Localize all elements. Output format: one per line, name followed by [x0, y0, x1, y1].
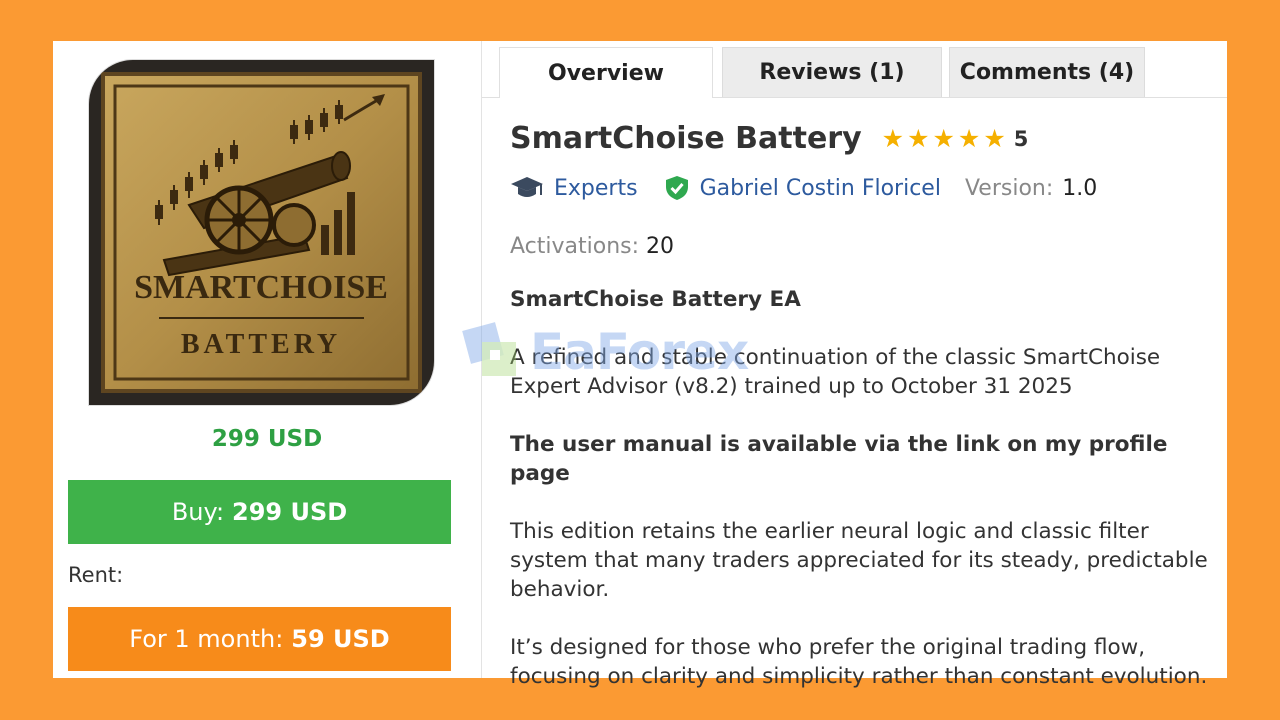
tab-bar: Overview Reviews (1) Comments (4) [482, 41, 1227, 98]
buy-label: Buy: [171, 498, 225, 526]
tab-overview[interactable]: Overview [499, 47, 713, 98]
rent-label: Rent: [68, 563, 124, 587]
activations-value: 20 [646, 234, 675, 259]
star-icon: ★ [932, 124, 955, 153]
star-icon: ★ [957, 124, 981, 153]
logo-line-1: SMARTCHOISE [134, 269, 388, 306]
description-paragraph: It’s designed for those who prefer the o… [510, 635, 1208, 689]
product-panel: SMARTCHOISE BATTERY 299 USD Buy: 299 USD… [53, 41, 1227, 689]
product-details: Overview Reviews (1) Comments (4) SmartC… [482, 41, 1227, 689]
activations: Activations: 20 [510, 234, 674, 259]
star-icon: ★ [907, 124, 930, 153]
rent-period: For 1 month: [129, 625, 284, 653]
description-paragraph: This edition retains the earlier neural … [510, 519, 1208, 602]
rent-amount: 59 USD [291, 625, 390, 653]
title-row: SmartChoise Battery ★ ★ ★ ★ ★ 5 [510, 121, 1028, 156]
tab-reviews[interactable]: Reviews (1) [722, 47, 942, 97]
product-sidebar: SMARTCHOISE BATTERY 299 USD Buy: 299 USD… [53, 41, 482, 678]
product-image[interactable]: SMARTCHOISE BATTERY [89, 60, 434, 405]
meta-row: Experts Gabriel Costin Floricel Version:… [510, 175, 1097, 201]
graduation-cap-icon [510, 175, 544, 201]
description-paragraph: A refined and stable continuation of the… [510, 345, 1161, 399]
tab-comments[interactable]: Comments (4) [949, 47, 1145, 97]
logo-line-2: BATTERY [181, 329, 341, 360]
product-logo-image: SMARTCHOISE BATTERY [101, 72, 422, 393]
rating-value: 5 [1013, 126, 1029, 151]
version-value: 1.0 [1062, 175, 1098, 201]
product-price: 299 USD [211, 426, 323, 452]
activations-label: Activations: [510, 234, 640, 259]
buy-amount: 299 USD [232, 498, 348, 526]
author-link[interactable]: Gabriel Costin Floricel [700, 176, 941, 201]
description: SmartChoise Battery EA A refined and sta… [510, 285, 1222, 720]
category-link[interactable]: Experts [554, 176, 638, 201]
manual-note: The user manual is available via the lin… [510, 432, 1168, 486]
star-icon: ★ [881, 124, 905, 153]
version-label: Version: [964, 175, 1054, 201]
verified-shield-icon [664, 175, 690, 201]
description-heading: SmartChoise Battery EA [510, 287, 801, 312]
rent-button[interactable]: For 1 month: 59 USD [68, 607, 451, 671]
product-title: SmartChoise Battery [510, 121, 862, 156]
star-icon: ★ [983, 124, 1006, 153]
buy-button[interactable]: Buy: 299 USD [68, 480, 451, 544]
rating-stars: ★ ★ ★ ★ ★ [882, 126, 1006, 151]
